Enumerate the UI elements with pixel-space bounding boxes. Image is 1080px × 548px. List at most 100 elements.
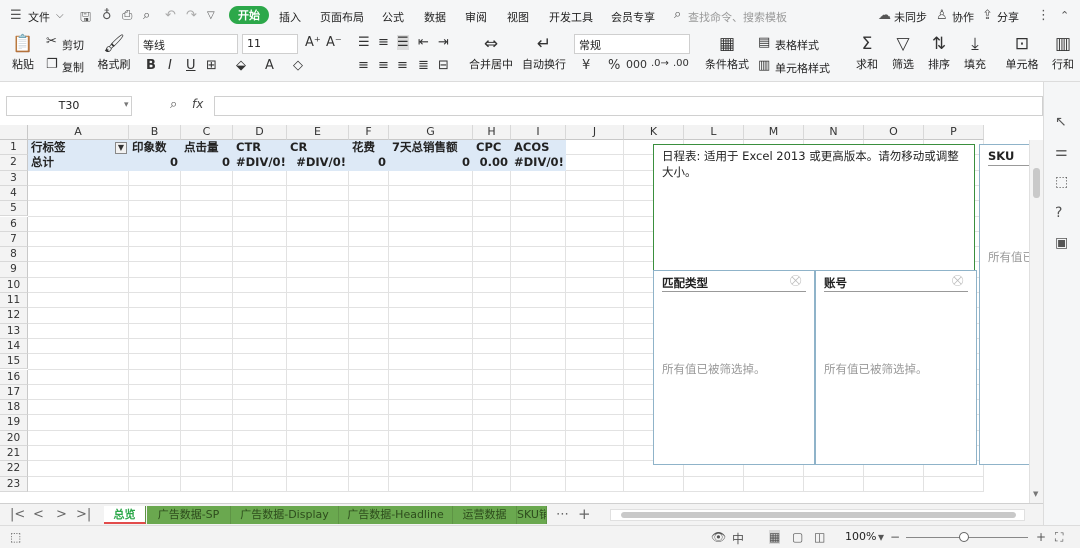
- clear-filter-icon[interactable]: ⛒: [952, 274, 963, 288]
- row-header-11[interactable]: 11: [0, 293, 28, 309]
- column-header-F[interactable]: F: [349, 125, 389, 140]
- format-painter-button[interactable]: 🖌 格式刷: [96, 34, 132, 72]
- sheet-tab-overview[interactable]: 总览: [104, 506, 146, 524]
- vertical-scrollbar[interactable]: ▼: [1029, 140, 1043, 503]
- pivot-header-cell[interactable]: CTR: [233, 140, 287, 155]
- copy-button[interactable]: 复制: [62, 59, 84, 75]
- pivot-header-cell[interactable]: 花费: [349, 140, 389, 155]
- customize-quick-access-icon[interactable]: ▽: [207, 10, 215, 21]
- row-header-8[interactable]: 8: [0, 247, 28, 263]
- scroll-down-icon[interactable]: ▼: [1033, 490, 1038, 498]
- collapse-ribbon-icon[interactable]: ⌃: [1060, 9, 1069, 22]
- align-center-icon[interactable]: ≡: [378, 58, 389, 73]
- share-button[interactable]: 分享: [997, 9, 1019, 25]
- file-menu[interactable]: 文件: [28, 9, 50, 25]
- paste-button[interactable]: 📋 粘贴: [8, 34, 38, 72]
- column-header-G[interactable]: G: [389, 125, 473, 140]
- tab-data[interactable]: 数据: [424, 9, 446, 25]
- select-all-corner[interactable]: [0, 125, 28, 140]
- column-header-A[interactable]: A: [28, 125, 129, 140]
- redo-icon[interactable]: ↷: [186, 8, 197, 23]
- bold-icon[interactable]: B: [146, 58, 156, 73]
- table-style-button[interactable]: 表格样式: [775, 37, 819, 53]
- cell-style-button[interactable]: 单元格样式: [775, 60, 830, 76]
- select-cursor-icon[interactable]: ↖: [1055, 114, 1067, 130]
- pivot-header-cell[interactable]: 点击量: [181, 140, 233, 155]
- font-name-select[interactable]: 等线: [138, 34, 238, 54]
- underline-icon[interactable]: U: [186, 58, 196, 73]
- merge-center-button[interactable]: ⇔ 合并居中: [466, 34, 516, 72]
- pivot-header-cell[interactable]: 7天总销售额: [389, 140, 473, 155]
- pivot-header-cell[interactable]: ACOS: [511, 140, 566, 155]
- help-icon[interactable]: ?: [1055, 205, 1062, 221]
- column-header-O[interactable]: O: [864, 125, 924, 140]
- zoom-dropdown-icon[interactable]: ▾: [878, 530, 884, 544]
- conditional-format-button[interactable]: ▦ 条件格式: [702, 34, 752, 72]
- row-header-17[interactable]: 17: [0, 384, 28, 401]
- sheet-tab-operations[interactable]: 运营数据: [453, 506, 517, 524]
- row-header-14[interactable]: 14: [0, 338, 28, 355]
- border-icon[interactable]: ⊞: [206, 58, 217, 73]
- pivot-total-cell[interactable]: 0: [129, 155, 181, 170]
- tab-developer[interactable]: 开发工具: [549, 9, 593, 25]
- zoom-in-icon[interactable]: +: [1036, 530, 1046, 544]
- pivot-total-cell[interactable]: #DIV/0!: [287, 155, 349, 170]
- pivot-total-cell[interactable]: #DIV/0!: [233, 155, 287, 170]
- column-header-H[interactable]: H: [473, 125, 511, 140]
- row-header-10[interactable]: 10: [0, 277, 28, 293]
- decrease-indent-icon[interactable]: ⇤: [418, 35, 429, 50]
- column-header-J[interactable]: J: [566, 125, 624, 140]
- page-layout-view-icon[interactable]: ▢: [792, 530, 803, 544]
- prev-sheet-icon[interactable]: <: [33, 507, 44, 522]
- collaborate-button[interactable]: 协作: [952, 9, 974, 25]
- sync-status[interactable]: 未同步: [894, 9, 927, 25]
- print-preview-icon[interactable]: ⌕: [143, 8, 150, 23]
- row-header-16[interactable]: 16: [0, 369, 28, 385]
- filter-button[interactable]: ▽ 筛选: [886, 34, 920, 72]
- pivot-header-cell[interactable]: CR: [287, 140, 349, 155]
- row-header-7[interactable]: 7: [0, 231, 28, 248]
- formula-input[interactable]: [214, 96, 1043, 116]
- row-header-4[interactable]: 4: [0, 185, 28, 202]
- chevron-down-icon[interactable]: ⌵: [56, 10, 64, 21]
- column-header-C[interactable]: C: [181, 125, 233, 140]
- column-header-L[interactable]: L: [684, 125, 744, 140]
- column-header-N[interactable]: N: [804, 125, 864, 140]
- timeline-panel[interactable]: 日程表: 适用于 Excel 2013 或更高版本。请勿移动或调整大小。: [653, 144, 975, 272]
- last-sheet-icon[interactable]: >|: [76, 507, 91, 522]
- cells-button[interactable]: ⊡ 单元格: [1002, 34, 1042, 72]
- row-header-2[interactable]: 2: [0, 155, 28, 171]
- macro-record-icon[interactable]: ⬚: [10, 530, 21, 544]
- tab-review[interactable]: 审阅: [465, 9, 487, 25]
- row-header-5[interactable]: 5: [0, 201, 28, 217]
- increase-indent-icon[interactable]: ⇥: [438, 35, 449, 50]
- rows-columns-button[interactable]: ▥ 行和: [1048, 34, 1078, 72]
- font-color-icon[interactable]: A: [265, 58, 274, 73]
- spreadsheet-grid[interactable]: ABCDEFGHIJKLMNOP 1 2 3 4 5 6 7 8 9 10 11 12 13 14 15 16…: [0, 125, 1043, 503]
- crop-icon[interactable]: ⬚: [1055, 174, 1068, 190]
- percent-icon[interactable]: %: [608, 58, 620, 73]
- image-icon[interactable]: ▣: [1055, 235, 1068, 251]
- thousands-icon[interactable]: 000: [626, 58, 647, 71]
- pivot-header-cell[interactable]: CPC: [473, 140, 511, 155]
- row-header-6[interactable]: 6: [0, 216, 28, 232]
- zoom-slider-handle[interactable]: [959, 532, 969, 542]
- row-header-15[interactable]: 15: [0, 354, 28, 370]
- fullscreen-icon[interactable]: ⛶: [1055, 530, 1063, 545]
- more-sheets-icon[interactable]: ⋯: [556, 507, 569, 522]
- horizontal-scrollbar[interactable]: [610, 509, 1025, 521]
- row-header-22[interactable]: 22: [0, 461, 28, 477]
- column-header-M[interactable]: M: [744, 125, 804, 140]
- eye-protection-icon[interactable]: 👁: [711, 530, 726, 544]
- pivot-total-cell[interactable]: 0: [181, 155, 233, 170]
- wrap-text-button[interactable]: ↵ 自动换行: [522, 34, 566, 72]
- properties-icon[interactable]: ⚌: [1055, 144, 1068, 160]
- cut-button[interactable]: 剪切: [62, 37, 84, 53]
- fill-button[interactable]: ⤓ 填充: [958, 34, 992, 72]
- function-icon[interactable]: fx: [192, 97, 203, 111]
- normal-view-icon[interactable]: ▦: [769, 530, 781, 544]
- decrease-font-icon[interactable]: A⁻: [326, 35, 342, 50]
- column-header-K[interactable]: K: [624, 125, 684, 140]
- row-header-1[interactable]: 1: [0, 140, 28, 156]
- pivot-header-cell[interactable]: 印象数: [129, 140, 181, 155]
